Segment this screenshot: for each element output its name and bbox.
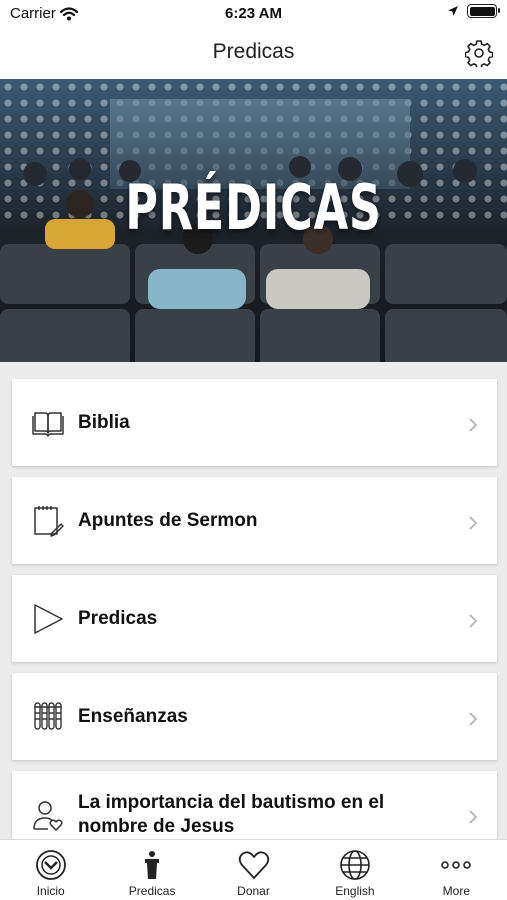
more-dots-icon [440, 849, 472, 881]
tab-label: English [335, 884, 375, 898]
tab-english[interactable]: English [304, 840, 405, 900]
hero-banner: PRÉDICAS [0, 79, 507, 362]
heart-icon [238, 849, 270, 881]
page-title: Predicas [212, 40, 295, 63]
menu-list: Biblia Apuntes de Sermon Predicas Enseña… [12, 379, 497, 869]
menu-item-label: Apuntes de Sermon [78, 509, 258, 531]
notepad-pencil-icon [34, 506, 64, 537]
tab-label: Inicio [36, 884, 65, 898]
menu-item-predicas[interactable]: Predicas [12, 575, 497, 662]
tab-bar: Inicio Predicas Donar English More [0, 839, 507, 900]
globe-icon [339, 849, 371, 881]
chevron-right-icon [469, 614, 478, 628]
tab-inicio[interactable]: Inicio [0, 840, 101, 900]
menu-item-apuntes[interactable]: Apuntes de Sermon [12, 477, 497, 564]
tab-more[interactable]: More [406, 840, 507, 900]
location-arrow-icon [448, 6, 458, 16]
chevron-right-icon [469, 418, 478, 432]
chevron-right-icon [469, 810, 478, 824]
status-time: 6:23 AM [225, 5, 282, 22]
tab-donar[interactable]: Donar [203, 840, 304, 900]
menu-item-label: La importancia del bautismo en el nombre… [78, 791, 385, 837]
menu-item-label: Enseñanzas [78, 705, 188, 727]
battery-icon [467, 4, 500, 18]
status-right [447, 4, 500, 18]
tab-label: Donar [237, 884, 270, 898]
tab-predicas[interactable]: Predicas [101, 840, 202, 900]
menu-item-ensenanzas[interactable]: Enseñanzas [12, 673, 497, 760]
chevron-circle-icon [35, 849, 67, 881]
tab-label: More [442, 884, 470, 898]
person-heart-icon [33, 801, 63, 831]
settings-gear-icon[interactable] [465, 39, 493, 67]
menu-item-biblia[interactable]: Biblia [12, 379, 497, 466]
podium-icon [136, 849, 168, 881]
chevron-right-icon [469, 516, 478, 530]
open-book-icon [32, 412, 64, 437]
navigation-bar: Predicas [0, 28, 507, 79]
status-bar: Carrier 6:23 AM [0, 0, 507, 28]
hero-title: PRÉDICAS [125, 171, 382, 244]
play-triangle-icon [34, 604, 63, 634]
chevron-right-icon [469, 712, 478, 726]
tab-label: Predicas [128, 884, 176, 898]
menu-item-label: Biblia [78, 411, 130, 433]
test-tubes-icon [34, 702, 62, 730]
menu-item-label: Predicas [78, 607, 158, 629]
